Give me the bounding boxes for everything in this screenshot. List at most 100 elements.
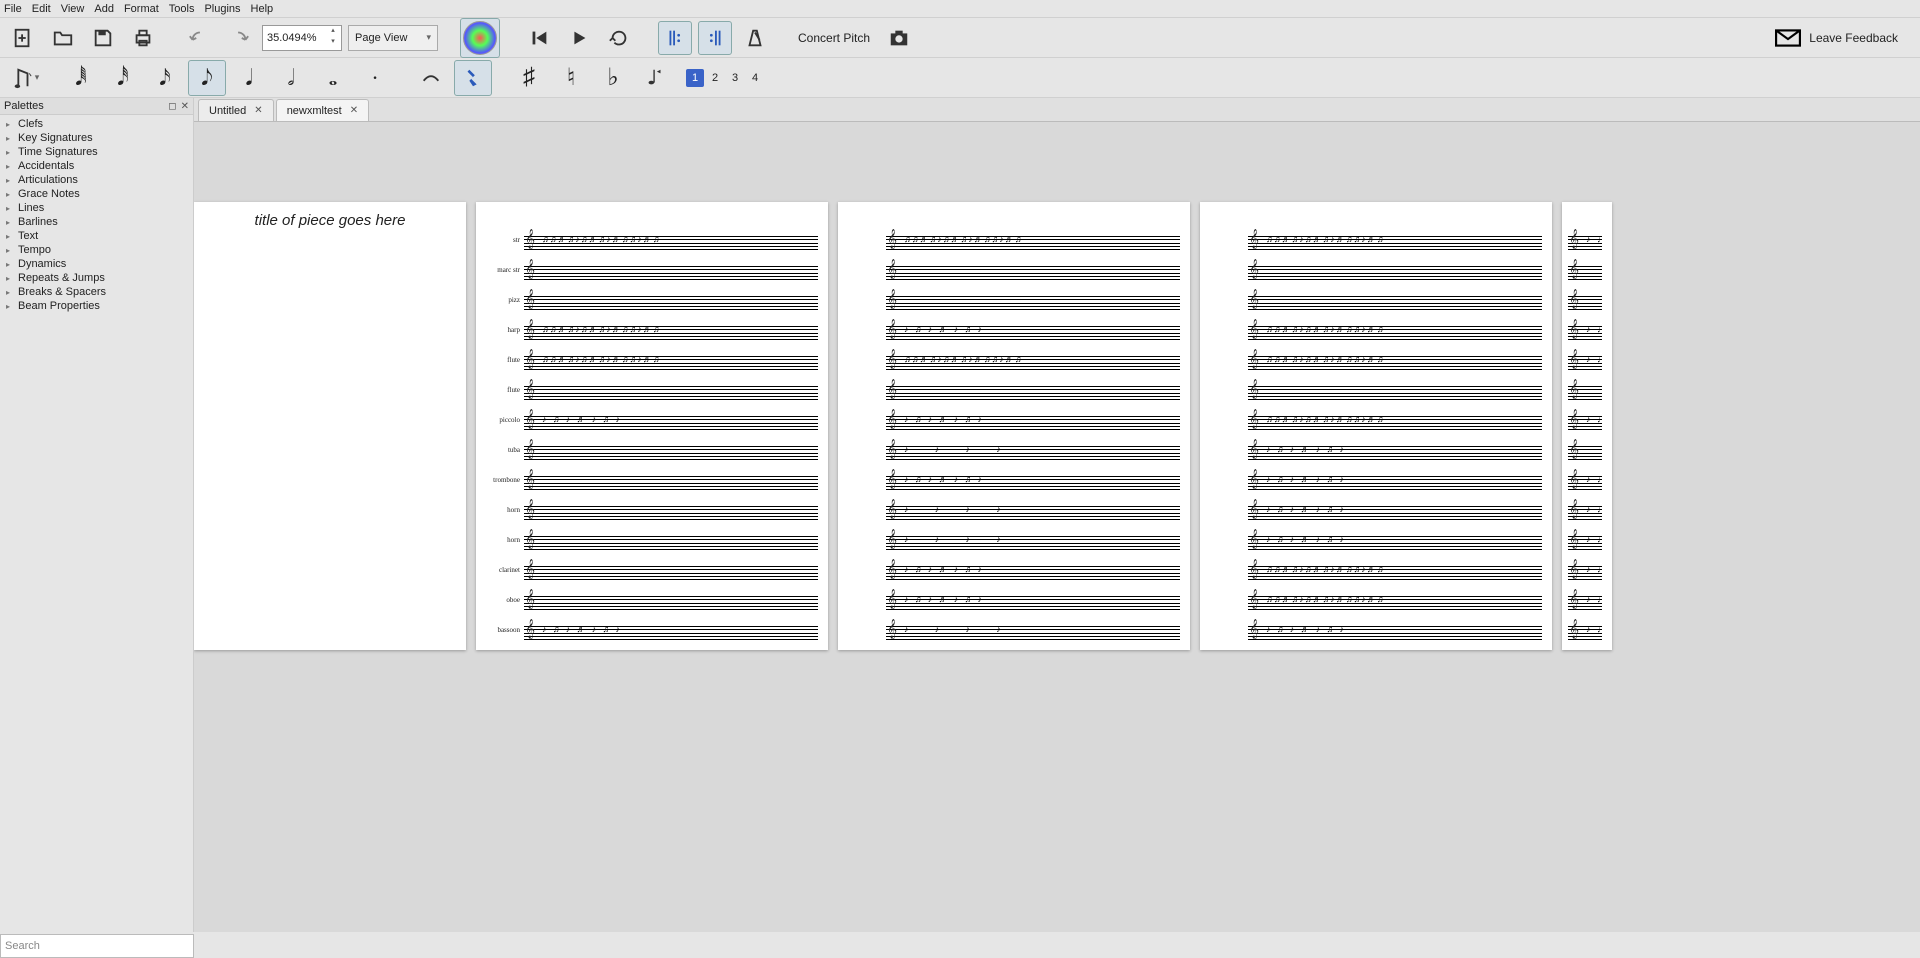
play-button[interactable] [562, 21, 596, 55]
flip-icon [644, 63, 666, 93]
note-16th-button[interactable]: 𝅘𝅥𝅯 [146, 60, 184, 96]
score-page-5[interactable]: 𝄞♪ ♫ ♪ ♬ ♪ ♫ ♪𝄞— —𝄞— —𝄞♪ ♫ ♪ ♬ ♪ ♫ ♪𝄞♪ ♫… [1562, 202, 1612, 650]
treble-clef-icon: 𝄞 [1569, 590, 1579, 607]
treble-clef-icon: 𝄞 [887, 440, 897, 457]
music-notes: ♪ ♫ ♪ ♬ ♪ ♫ ♪ [1586, 318, 1600, 348]
note-quarter-button[interactable]: 𝅘𝅥 [230, 60, 268, 96]
menu-format[interactable]: Format [124, 3, 159, 15]
staff-row: piccolo𝄞♪ ♫ ♪ ♬ ♪ ♫ ♪ [524, 408, 818, 438]
undo-button[interactable] [182, 21, 216, 55]
voice-3-button[interactable]: 3 [726, 69, 744, 87]
menubar: File Edit View Add Format Tools Plugins … [0, 0, 1920, 18]
staff-row: 𝄞♪ ♫ ♪ ♬ ♪ ♫ ♪ [1568, 228, 1602, 258]
palette-item-barlines[interactable]: Barlines [0, 215, 193, 229]
menu-add[interactable]: Add [94, 3, 114, 15]
palette-item-grace-notes[interactable]: Grace Notes [0, 187, 193, 201]
note-input-button[interactable]: ▾ [6, 60, 44, 96]
voice-4-button[interactable]: 4 [746, 69, 764, 87]
zoom-input[interactable]: 35.0494% ▴▾ [262, 25, 342, 51]
palette-search-input[interactable]: Search [0, 934, 194, 958]
flip-button[interactable] [636, 60, 674, 96]
print-button[interactable] [126, 21, 160, 55]
document-tabs: Untitled✕newxmltest✕ [194, 98, 1920, 122]
staff-row: 𝄞♪ ♫ ♪ ♬ ♪ ♫ ♪ [886, 588, 1180, 618]
rest-button[interactable] [454, 60, 492, 96]
music-notes: ♫♫♬♫♪♫♬♫♪♬♫♫♪♬♫ [542, 228, 816, 258]
flat-button[interactable]: ♭ [594, 60, 632, 96]
palette-item-repeats-jumps[interactable]: Repeats & Jumps [0, 271, 193, 285]
music-notes: ♪ ♫ ♪ ♬ ♪ ♫ ♪ [1586, 528, 1600, 558]
view-mode-select[interactable]: Page View [348, 25, 438, 51]
palette-item-time-signatures[interactable]: Time Signatures [0, 145, 193, 159]
close-panel-icon[interactable]: ✕ [181, 101, 189, 112]
dot-button[interactable]: · [356, 60, 394, 96]
note-64th-button[interactable]: 𝅘𝅥𝅱 [62, 60, 100, 96]
score-page-4[interactable]: 𝄞♫♫♬♫♪♫♬♫♪♬♫♫♪♬♫𝄞— —𝄞— —𝄞♫♫♬♫♪♫♬♫♪♬♫♫♪♬♫… [1200, 202, 1552, 650]
score-page-1[interactable]: title of piece goes here [194, 202, 466, 650]
treble-clef-icon: 𝄞 [1249, 260, 1259, 277]
palette-item-breaks-spacers[interactable]: Breaks & Spacers [0, 285, 193, 299]
loop-button[interactable] [602, 21, 636, 55]
repeat-end-button[interactable] [698, 21, 732, 55]
music-notes: ♫♫♬♫♪♫♬♫♪♬♫♫♪♬♫ [1266, 318, 1540, 348]
repeat-start-button[interactable] [658, 21, 692, 55]
metronome-button[interactable] [738, 21, 772, 55]
treble-clef-icon: 𝄞 [525, 260, 535, 277]
staff-row: 𝄞— — [1568, 438, 1602, 468]
voice-2-button[interactable]: 2 [706, 69, 724, 87]
play-icon [568, 27, 590, 49]
score-page-3[interactable]: 𝄞♫♫♬♫♪♫♬♫♪♬♫♫♪♬♫𝄞— —𝄞— —𝄞♪ ♫ ♪ ♬ ♪ ♫ ♪𝄞♫… [838, 202, 1190, 650]
music-notes: ♪ ♫ ♪ ♬ ♪ ♫ ♪ [542, 618, 816, 648]
palette-item-dynamics[interactable]: Dynamics [0, 257, 193, 271]
palette-item-lines[interactable]: Lines [0, 201, 193, 215]
note-32nd-button[interactable]: 𝅘𝅥𝅰 [104, 60, 142, 96]
rewind-button[interactable] [522, 21, 556, 55]
menu-file[interactable]: File [4, 3, 22, 15]
zoom-spinner[interactable]: ▴▾ [327, 27, 339, 49]
palette-item-accidentals[interactable]: Accidentals [0, 159, 193, 173]
palette-item-beam-properties[interactable]: Beam Properties [0, 299, 193, 313]
treble-clef-icon: 𝄞 [1249, 290, 1259, 307]
tab-untitled[interactable]: Untitled✕ [198, 99, 274, 121]
save-button[interactable] [86, 21, 120, 55]
menu-view[interactable]: View [61, 3, 85, 15]
menu-tools[interactable]: Tools [169, 3, 195, 15]
redo-button[interactable] [222, 21, 256, 55]
score-view[interactable]: title of piece goes herestr𝄞♫♫♬♫♪♫♬♫♪♬♫♫… [194, 122, 1920, 932]
music-notes: ♪ ♫ ♪ ♬ ♪ ♫ ♪ [904, 588, 1178, 618]
concert-pitch-toggle[interactable]: Concert Pitch [798, 31, 870, 45]
open-button[interactable] [46, 21, 80, 55]
note-8th-button[interactable]: 𝅘𝅥𝅮 [188, 60, 226, 96]
tie-button[interactable] [412, 60, 450, 96]
palette-item-articulations[interactable]: Articulations [0, 173, 193, 187]
tab-close-icon[interactable]: ✕ [350, 105, 358, 116]
instrument-label: clarinet [499, 566, 520, 574]
undock-icon[interactable]: ◻ [168, 101, 176, 112]
natural-button[interactable]: ♮ [552, 60, 590, 96]
treble-clef-icon: 𝄞 [887, 380, 897, 397]
music-notes: ♪ ♫ ♪ ♬ ♪ ♫ ♪ [1266, 468, 1540, 498]
palette-item-text[interactable]: Text [0, 229, 193, 243]
color-palette-button[interactable] [460, 18, 500, 58]
menu-plugins[interactable]: Plugins [204, 3, 240, 15]
tab-close-icon[interactable]: ✕ [254, 105, 262, 116]
new-score-button[interactable] [6, 21, 40, 55]
treble-clef-icon: 𝄞 [525, 470, 535, 487]
note-whole-button[interactable]: 𝅝 [314, 60, 352, 96]
music-notes: ♪ ♫ ♪ ♬ ♪ ♫ ♪ [904, 468, 1178, 498]
tab-newxmltest[interactable]: newxmltest✕ [276, 99, 369, 121]
camera-button[interactable] [882, 21, 916, 55]
palette-item-key-signatures[interactable]: Key Signatures [0, 131, 193, 145]
music-notes: — — [1586, 258, 1600, 288]
score-page-2[interactable]: str𝄞♫♫♬♫♪♫♬♫♪♬♫♫♪♬♫marc str𝄞— —pizz𝄞— —h… [476, 202, 828, 650]
menu-help[interactable]: Help [251, 3, 274, 15]
palette-item-tempo[interactable]: Tempo [0, 243, 193, 257]
palette-item-label: Repeats & Jumps [18, 272, 105, 284]
feedback-link[interactable]: Leave Feedback [1775, 29, 1914, 47]
voice-1-button[interactable]: 1 [686, 69, 704, 87]
palette-item-clefs[interactable]: Clefs [0, 117, 193, 131]
sharp-button[interactable]: ♯ [510, 60, 548, 96]
note-half-button[interactable]: 𝅗𝅥 [272, 60, 310, 96]
staff-row: 𝄞— — [886, 258, 1180, 288]
menu-edit[interactable]: Edit [32, 3, 51, 15]
